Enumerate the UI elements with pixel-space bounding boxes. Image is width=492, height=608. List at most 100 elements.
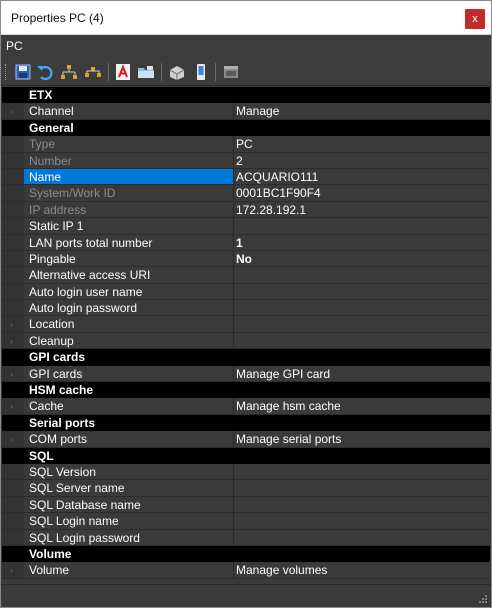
property-row[interactable]: SQL Login password [2, 529, 490, 546]
property-row[interactable]: Auto login user name [2, 283, 490, 301]
property-row[interactable]: SQL Server name [2, 480, 490, 497]
property-row[interactable]: › COM ports Manage serial ports [2, 431, 490, 448]
column-divider [233, 201, 234, 218]
row-margin [2, 250, 24, 267]
resize-grip-icon[interactable] [478, 594, 488, 604]
property-row[interactable]: Auto login password [2, 300, 490, 317]
hierarchy-up-icon[interactable] [83, 62, 103, 82]
status-bar [1, 584, 491, 607]
property-grid: ETX › Channel Manage General Type PC Number 2 Nam… [2, 87, 490, 579]
property-row[interactable]: Type PC [2, 136, 490, 153]
category-row[interactable]: General [2, 119, 490, 137]
property-value[interactable]: Manage hsm cache [236, 398, 341, 413]
property-label: Pingable [29, 251, 76, 266]
property-value[interactable]: Manage serial ports [236, 431, 341, 446]
property-value[interactable]: No [236, 251, 252, 266]
expand-arrow-icon[interactable]: › [10, 333, 13, 348]
row-margin [2, 234, 24, 250]
expand-arrow-icon[interactable]: › [10, 431, 13, 446]
category-label: ETX [29, 88, 53, 102]
property-label: Number [29, 153, 72, 168]
close-button[interactable]: x [465, 9, 485, 29]
row-margin [2, 545, 24, 563]
property-value[interactable]: Manage GPI card [236, 366, 330, 381]
property-row[interactable]: › GPI cards Manage GPI card [2, 365, 490, 383]
row-margin [2, 480, 24, 496]
device-icon[interactable] [191, 62, 211, 82]
hierarchy-down-icon[interactable] [59, 62, 79, 82]
property-value[interactable]: ACQUARIO111 [236, 169, 318, 184]
column-divider [233, 136, 234, 152]
property-row[interactable]: IP address 172.28.192.1 [2, 201, 490, 219]
property-row[interactable]: SQL Database name [2, 496, 490, 514]
property-value[interactable]: 2 [236, 153, 243, 168]
property-row[interactable]: › Channel Manage [2, 103, 490, 120]
property-value[interactable]: 1 [236, 235, 243, 250]
category-row[interactable]: SQL [2, 447, 490, 464]
property-row[interactable]: Static IP 1 [2, 218, 490, 235]
property-row[interactable]: Pingable No [2, 250, 490, 268]
property-row[interactable]: SQL Version [2, 463, 490, 481]
window-icon[interactable] [221, 62, 241, 82]
property-label: Auto login password [29, 301, 138, 316]
column-divider [233, 300, 234, 316]
property-row[interactable]: › Cache Manage hsm cache [2, 398, 490, 415]
property-label: System/Work ID [29, 186, 116, 201]
column-divider [233, 332, 234, 349]
category-row[interactable]: Volume [2, 545, 490, 563]
column-divider [233, 463, 234, 480]
object-header: PC [1, 35, 491, 57]
column-divider [233, 283, 234, 300]
property-row[interactable]: SQL Login name [2, 513, 490, 530]
row-margin [2, 513, 24, 529]
row-margin [2, 136, 24, 152]
property-value[interactable]: 0001BC1F90F4 [236, 185, 321, 200]
expand-arrow-icon[interactable]: › [10, 562, 13, 577]
row-margin [2, 185, 24, 201]
row-margin [2, 398, 24, 414]
open-folder-icon[interactable] [136, 62, 156, 82]
toolbar-grip[interactable] [5, 64, 8, 80]
properties-window: Properties PC (4) x PC ETX › Channel Man… [0, 0, 492, 608]
property-row[interactable]: Alternative access URI [2, 267, 490, 284]
row-margin [2, 201, 24, 218]
title-bar[interactable]: Properties PC (4) x [1, 1, 491, 35]
expand-arrow-icon[interactable]: › [10, 366, 13, 381]
expand-arrow-icon[interactable]: › [10, 398, 13, 413]
column-divider [233, 513, 234, 529]
row-margin [2, 431, 24, 447]
row-margin [2, 103, 24, 119]
property-row[interactable]: › Volume Manage volumes [2, 562, 490, 579]
row-margin [2, 349, 24, 366]
property-row[interactable]: › Location [2, 316, 490, 333]
property-row[interactable]: LAN ports total number 1 [2, 234, 490, 251]
category-row[interactable]: HSM cache [2, 382, 490, 399]
save-icon[interactable] [13, 62, 33, 82]
toolbar-separator [161, 63, 162, 81]
column-divider [233, 267, 234, 283]
property-value[interactable]: Manage volumes [236, 562, 327, 577]
undo-icon[interactable] [35, 62, 55, 82]
expand-arrow-icon[interactable]: › [10, 316, 13, 331]
category-row[interactable]: Serial ports [2, 414, 490, 432]
property-value[interactable]: 172.28.192.1 [236, 202, 306, 217]
category-row[interactable]: GPI cards [2, 349, 490, 366]
column-divider [233, 103, 234, 119]
package-icon[interactable] [167, 62, 187, 82]
property-row[interactable]: Name ACQUARIO111 [2, 168, 490, 186]
property-row[interactable]: Number 2 [2, 152, 490, 169]
row-margin [2, 562, 24, 578]
property-label: SQL Login password [29, 530, 140, 545]
text-a-icon[interactable] [113, 62, 133, 82]
property-label: SQL Database name [29, 497, 141, 512]
property-value[interactable]: PC [236, 136, 253, 151]
expand-arrow-icon[interactable]: › [10, 103, 13, 118]
property-row[interactable]: System/Work ID 0001BC1F90F4 [2, 185, 490, 202]
row-margin [2, 218, 24, 234]
property-label: Static IP 1 [29, 219, 84, 234]
property-label: SQL Version [29, 464, 96, 479]
property-row[interactable]: › Cleanup [2, 332, 490, 350]
property-value[interactable]: Manage [236, 103, 279, 118]
row-margin [2, 267, 24, 283]
category-row[interactable]: ETX [2, 87, 490, 104]
